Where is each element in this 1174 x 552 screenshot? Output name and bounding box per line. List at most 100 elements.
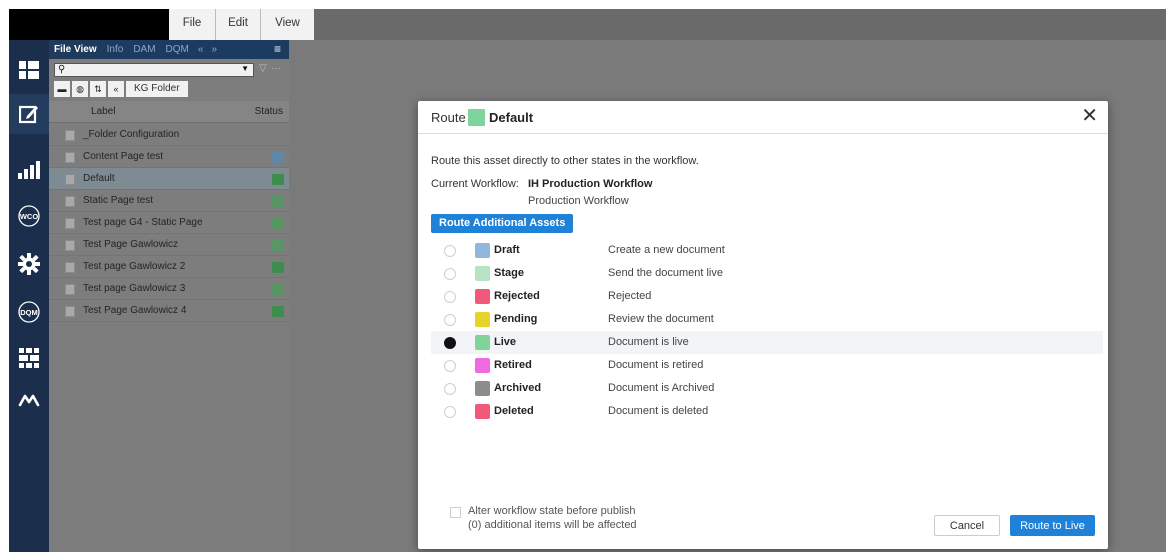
state-color-swatch (475, 266, 490, 281)
back-icon[interactable]: « (108, 81, 124, 97)
grid-apps-icon[interactable] (9, 338, 49, 378)
panel-tabs: File View Info DAM DQM « » ≡ (49, 40, 289, 59)
menu-view[interactable]: View (261, 9, 314, 40)
state-option-rejected[interactable]: Rejected Rejected (431, 285, 1103, 308)
file-row-label: Default (83, 173, 115, 184)
search-dropdown-icon[interactable]: ▼ (241, 64, 249, 73)
state-option-stage[interactable]: Stage Send the document live (431, 262, 1103, 285)
left-rail: WCO DQM (9, 40, 49, 552)
state-list: Draft Create a new document Stage Send the … (431, 239, 1103, 423)
tab-dqm[interactable]: DQM (161, 40, 194, 59)
layout-icon[interactable] (9, 50, 49, 90)
app-window: File Edit View WCO DQM File View Info DA… (9, 9, 1166, 552)
file-row[interactable]: Test page Gawlowicz 2 (49, 256, 289, 278)
filter-icon[interactable]: ▽ (259, 63, 267, 74)
more-icon[interactable]: ··· (271, 63, 281, 74)
state-option-live[interactable]: Live Document is live (431, 331, 1103, 354)
status-indicator (272, 262, 284, 273)
state-name: Archived (494, 382, 542, 394)
state-name: Rejected (494, 290, 540, 302)
menu-bar: File Edit View (9, 9, 1166, 40)
cancel-button[interactable]: Cancel (934, 515, 1000, 536)
state-description: Rejected (608, 290, 652, 302)
file-row[interactable]: Test page Gawlowicz 3 (49, 278, 289, 300)
state-radio[interactable] (444, 314, 456, 326)
state-option-archived[interactable]: Archived Document is Archived (431, 377, 1103, 400)
document-icon (65, 240, 75, 251)
state-color-swatch (475, 289, 490, 304)
tab-file-view[interactable]: File View (49, 40, 102, 59)
file-row[interactable]: Test Page Gawlowicz (49, 234, 289, 256)
state-description: Document is retired (608, 359, 704, 371)
gear-icon[interactable] (9, 244, 49, 284)
alter-workflow-checkbox[interactable] (450, 507, 461, 518)
file-row[interactable]: Static Page test (49, 190, 289, 212)
state-description: Document is Archived (608, 382, 715, 394)
state-option-deleted[interactable]: Deleted Document is deleted (431, 400, 1103, 423)
wco-icon[interactable]: WCO (9, 196, 49, 236)
edit-icon[interactable] (9, 94, 49, 134)
route-dialog: Route Default ✕ Route this asset directl… (418, 101, 1108, 549)
state-option-draft[interactable]: Draft Create a new document (431, 239, 1103, 262)
route-additional-assets-button[interactable]: Route Additional Assets (431, 214, 574, 233)
menu-file[interactable]: File (169, 9, 216, 40)
tab-info[interactable]: Info (102, 40, 129, 59)
state-color-swatch (475, 358, 490, 373)
document-icon (65, 262, 75, 273)
status-indicator (272, 240, 284, 251)
tab-dam[interactable]: DAM (128, 40, 160, 59)
analytics-icon[interactable] (9, 150, 49, 190)
file-row-label: Static Page test (83, 195, 154, 206)
current-workflow-name: IH Production Workflow (528, 178, 653, 190)
alter-workflow-label: Alter workflow state before publish (468, 505, 636, 517)
file-row[interactable]: Test page G4 - Static Page (49, 212, 289, 234)
menu-area: File Edit View (169, 9, 314, 40)
dqm-icon[interactable]: DQM (9, 292, 49, 332)
file-row-label: Test Page Gawlowicz 4 (83, 305, 187, 316)
flag-icon[interactable]: ▬ (54, 81, 70, 97)
state-radio[interactable] (444, 383, 456, 395)
globe-icon[interactable]: ◍ (72, 81, 88, 97)
menu-edit[interactable]: Edit (216, 9, 261, 40)
file-row[interactable]: Default (49, 168, 289, 190)
collapse-left-icon[interactable]: « (194, 40, 208, 59)
search-input[interactable] (69, 64, 229, 76)
infinity-icon[interactable] (9, 380, 49, 420)
state-color-swatch (468, 109, 485, 126)
document-icon (65, 218, 75, 229)
document-icon (65, 152, 75, 163)
status-indicator (272, 218, 284, 229)
route-to-live-button[interactable]: Route to Live (1010, 515, 1095, 536)
state-radio[interactable] (444, 245, 456, 257)
document-icon (65, 130, 75, 141)
document-icon (65, 174, 75, 185)
state-name: Deleted (494, 405, 534, 417)
search-icon: ⚲ (58, 64, 66, 75)
sort-icon[interactable]: ⇅ (90, 81, 106, 97)
status-indicator (272, 306, 284, 317)
state-color-swatch (475, 335, 490, 350)
state-description: Review the document (608, 313, 714, 325)
hamburger-menu-icon[interactable]: ≡ (270, 40, 285, 59)
state-radio[interactable] (444, 268, 456, 280)
state-radio[interactable] (444, 291, 456, 303)
state-color-swatch (475, 381, 490, 396)
file-view-panel: File View Info DAM DQM « » ≡ ⚲ ▼ ▽ ··· ▬… (49, 40, 289, 552)
document-icon (65, 306, 75, 317)
app-logo-area (9, 9, 169, 40)
file-row[interactable]: Test Page Gawlowicz 4 (49, 300, 289, 322)
column-status[interactable]: Status (255, 106, 283, 117)
expand-right-icon[interactable]: » (207, 40, 221, 59)
state-radio[interactable] (444, 406, 456, 418)
file-row[interactable]: _Folder Configuration (49, 124, 289, 146)
state-option-retired[interactable]: Retired Document is retired (431, 354, 1103, 377)
state-description: Send the document live (608, 267, 723, 279)
file-row-label: Test Page Gawlowicz (83, 239, 179, 250)
close-icon[interactable]: ✕ (1081, 106, 1098, 126)
file-row[interactable]: Content Page test (49, 146, 289, 168)
column-label[interactable]: Label (91, 106, 115, 117)
state-radio[interactable] (444, 337, 456, 349)
state-option-pending[interactable]: Pending Review the document (431, 308, 1103, 331)
state-radio[interactable] (444, 360, 456, 372)
breadcrumb[interactable]: KG Folder (126, 81, 188, 97)
